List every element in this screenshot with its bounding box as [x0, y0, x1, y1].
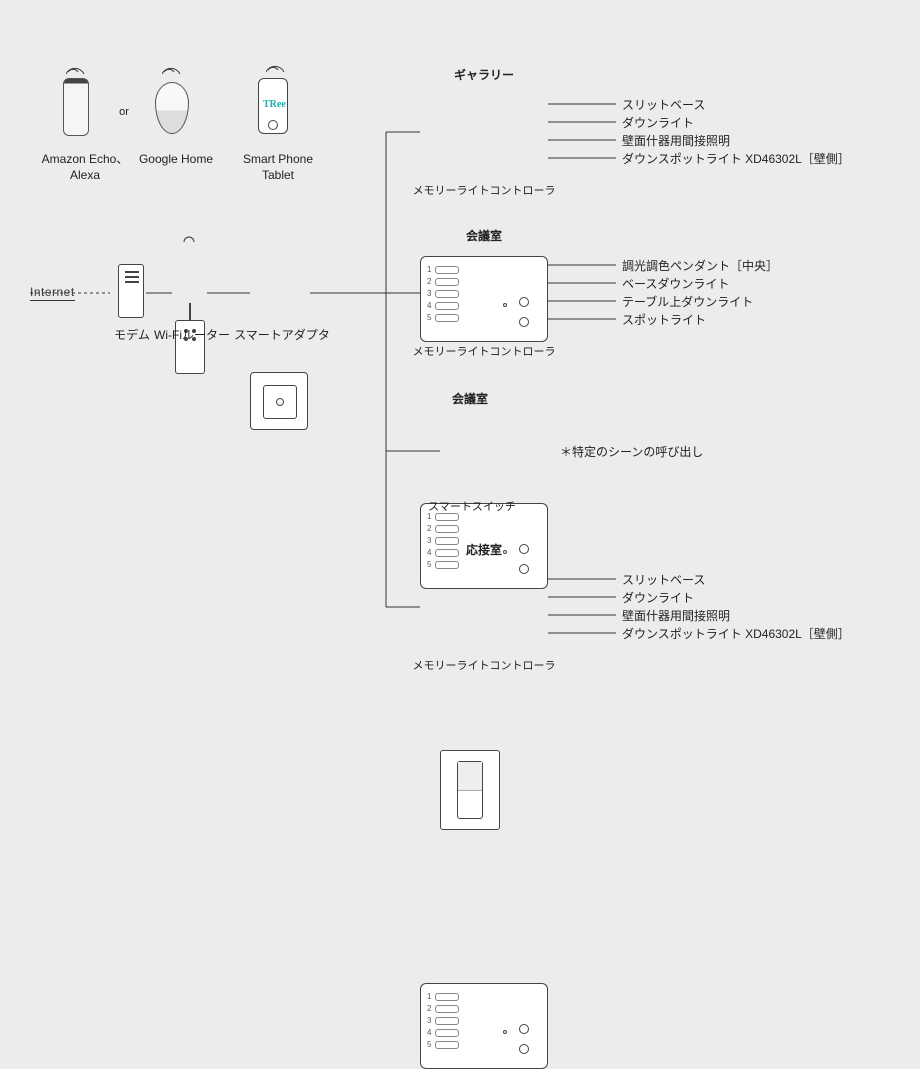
internet-label: Internet	[30, 285, 75, 301]
phone-waves-icon	[266, 60, 286, 72]
block1-out2: ダウンライト	[622, 114, 694, 132]
switch-caption: スマートスイッチ	[416, 498, 528, 514]
block4-title: 応接室	[420, 541, 548, 558]
controller1-caption: メモリーライトコントローラ	[412, 182, 556, 198]
phone-label: Smart Phone Tablet	[238, 152, 318, 183]
or-label: or	[112, 106, 136, 119]
block2-out3: テーブル上ダウンライト	[622, 293, 753, 311]
block2-out2: ベースダウンライト	[622, 275, 729, 293]
block2-title: 会議室	[420, 227, 548, 244]
controller-3: 1 2 3 4 5	[420, 983, 548, 1069]
controller3-caption: メモリーライトコントローラ	[412, 657, 556, 673]
scene-note: ＊特定のシーンの呼び出し	[560, 443, 703, 461]
smartphone-icon: TRee	[258, 78, 288, 134]
echo-waves-icon	[66, 62, 86, 74]
controller2-caption: メモリーライトコントローラ	[412, 343, 556, 359]
block4-out3: 壁面什器用間接照明	[622, 607, 730, 625]
tree-logo: TRee	[263, 99, 286, 110]
block2-out4: スポットライト	[622, 311, 706, 329]
adapter-label: スマートアダプタ	[234, 328, 330, 344]
echo-label: Amazon Echo、Alexa	[30, 152, 140, 183]
controller-1: 1 2 3 4 5	[420, 256, 548, 342]
ghome-label: Google Home	[136, 152, 216, 168]
block4-out1: スリットベース	[622, 571, 705, 589]
block1-title: ギャラリー	[420, 66, 548, 83]
smart-adapter-icon	[250, 372, 308, 430]
block1-out1: スリットベース	[622, 96, 705, 114]
block4-out4: ダウンスポットライト XD46302L［壁側］	[622, 625, 850, 643]
ghome-waves-icon	[162, 62, 182, 74]
block1-out3: 壁面什器用間接照明	[622, 132, 730, 150]
amazon-echo-icon	[63, 78, 89, 136]
router-label: Wi-Fiルーター	[152, 328, 232, 344]
block3-title: 会議室	[440, 390, 500, 407]
modem-icon	[118, 264, 144, 318]
google-home-icon	[155, 82, 189, 134]
smart-switch-icon	[440, 750, 500, 830]
router-waves-icon	[182, 232, 202, 244]
block2-out1: 調光調色ペンダント［中央］	[622, 257, 778, 275]
block4-out2: ダウンライト	[622, 589, 694, 607]
block1-out4: ダウンスポットライト XD46302L［壁側］	[622, 150, 850, 168]
